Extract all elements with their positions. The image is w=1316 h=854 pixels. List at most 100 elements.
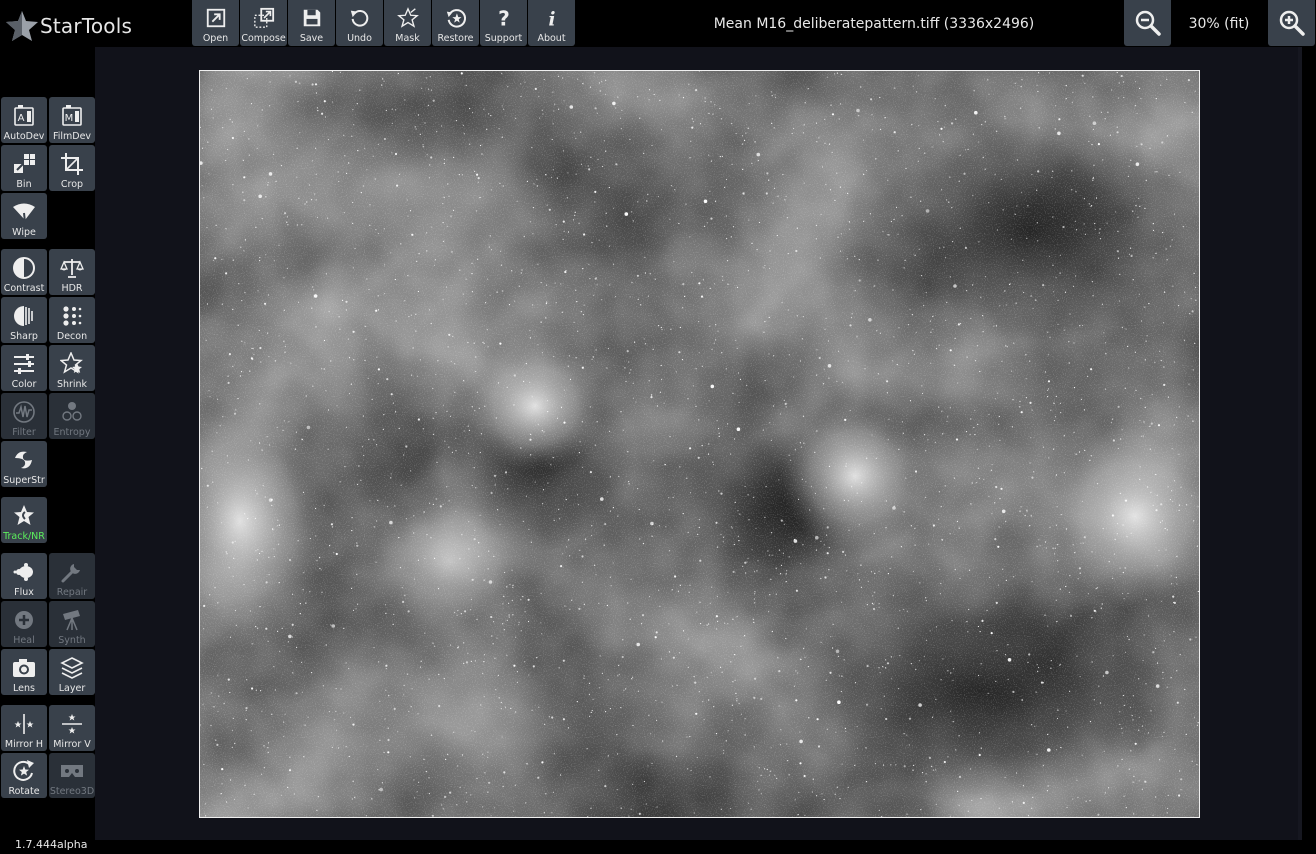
star: [770, 532, 773, 534]
star: [987, 692, 989, 694]
tool-flux[interactable]: Flux: [1, 553, 47, 599]
tool-autodev[interactable]: A AutoDev: [1, 97, 47, 143]
star: [343, 712, 345, 714]
star: [997, 545, 1000, 548]
star: [553, 519, 555, 521]
star: [608, 245, 610, 247]
star: [255, 625, 257, 628]
star: [447, 183, 449, 185]
star: [763, 267, 765, 269]
mask-button[interactable]: Mask: [384, 0, 431, 46]
star: [1032, 307, 1034, 309]
star: [529, 381, 531, 383]
star: [275, 180, 277, 182]
star: [284, 713, 286, 715]
star: [330, 360, 332, 362]
star: [1020, 107, 1022, 109]
tool-heal[interactable]: Heal: [1, 601, 47, 647]
star: [487, 568, 489, 570]
star: [459, 786, 461, 789]
tool-superstr[interactable]: SuperStr: [1, 441, 47, 487]
star: [581, 555, 584, 558]
star: [949, 815, 952, 817]
tool-color[interactable]: Color: [1, 345, 47, 391]
zoom-in-button[interactable]: [1268, 0, 1315, 46]
star: [907, 324, 910, 326]
tool-tracknr[interactable]: Track/NR: [1, 497, 47, 543]
tool-layer[interactable]: Layer: [49, 649, 95, 695]
tool-shrink[interactable]: Shrink: [49, 345, 95, 391]
compose-button[interactable]: Compose: [240, 0, 287, 46]
open-button[interactable]: Open: [192, 0, 239, 46]
star: [709, 325, 711, 327]
star: [335, 688, 337, 690]
star: [1042, 446, 1045, 448]
star: [560, 406, 563, 408]
tool-label: SuperStr: [3, 475, 45, 486]
tool-hdr[interactable]: HDR: [49, 249, 95, 295]
star: [692, 121, 695, 123]
star: [1144, 306, 1146, 308]
tool-bin[interactable]: Bin: [1, 145, 47, 191]
star: [211, 89, 213, 91]
star: [647, 295, 649, 297]
star: [1119, 273, 1121, 275]
star: [560, 283, 562, 285]
star: [281, 627, 283, 629]
tool-contrast[interactable]: Contrast: [1, 249, 47, 295]
star: [820, 540, 822, 542]
star: [410, 314, 412, 316]
star: [997, 392, 999, 394]
astro-image-canvas[interactable]: [199, 70, 1200, 818]
star: [872, 595, 874, 597]
star: [821, 166, 824, 168]
star: [601, 299, 603, 301]
support-button[interactable]: ? Support: [480, 0, 527, 46]
tool-entropy[interactable]: Entropy: [49, 393, 95, 439]
tool-mirror-h[interactable]: Mirror H: [1, 705, 47, 751]
tool-rotate[interactable]: Rotate: [1, 753, 47, 798]
star: [534, 481, 536, 483]
tool-decon[interactable]: Decon: [49, 297, 95, 343]
tool-mirror-v[interactable]: Mirror V: [49, 705, 95, 751]
star: [684, 295, 686, 297]
star: [589, 715, 591, 718]
star: [814, 492, 817, 495]
star: [1123, 704, 1125, 706]
tool-repair[interactable]: Repair: [49, 553, 95, 599]
star: [793, 376, 795, 378]
tool-crop[interactable]: Crop: [49, 145, 95, 191]
tool-wipe[interactable]: Wipe: [1, 193, 47, 239]
tool-lens[interactable]: Lens: [1, 649, 47, 695]
star: [1191, 310, 1194, 313]
star: [351, 530, 353, 532]
star: [384, 264, 386, 266]
tool-filter[interactable]: Filter: [1, 393, 47, 439]
tool-synth[interactable]: Synth: [49, 601, 95, 647]
save-button[interactable]: Save: [288, 0, 335, 46]
star: [998, 423, 1000, 425]
star: [955, 749, 957, 751]
undo-button[interactable]: Undo: [336, 0, 383, 46]
tool-stereo3d[interactable]: Stereo3D: [49, 753, 95, 798]
star: [286, 221, 288, 223]
restore-button[interactable]: Restore: [432, 0, 479, 46]
star: [242, 191, 244, 193]
star: [576, 701, 578, 703]
star: [323, 100, 326, 103]
star: [331, 101, 333, 103]
star: [727, 591, 729, 593]
star: [379, 700, 381, 703]
star: [786, 217, 789, 219]
star: [352, 723, 355, 726]
star: [988, 495, 990, 497]
tool-filmdev[interactable]: M FilmDev: [49, 97, 95, 143]
star: [319, 557, 321, 559]
about-button[interactable]: i About: [528, 0, 575, 46]
star: [306, 425, 311, 430]
tool-sharp[interactable]: Sharp: [1, 297, 47, 343]
zoom-out-button[interactable]: [1124, 0, 1171, 46]
star: [442, 808, 444, 810]
star: [1065, 710, 1067, 712]
star: [459, 269, 461, 271]
